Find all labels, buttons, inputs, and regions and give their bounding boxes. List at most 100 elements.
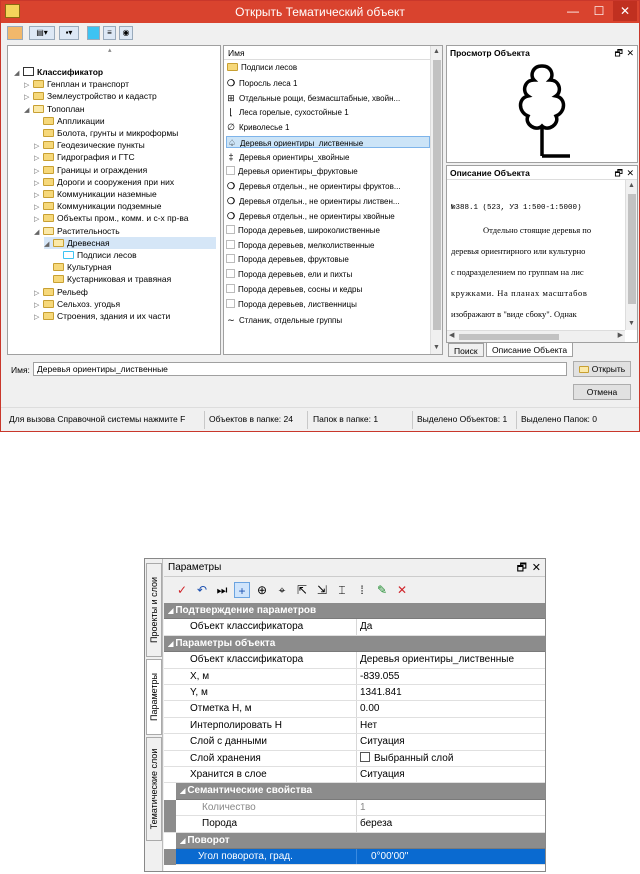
- crosshair-icon[interactable]: +: [234, 582, 250, 598]
- pin-icon[interactable]: 🗗: [517, 559, 527, 577]
- list-item[interactable]: ❍ Поросль леса 1: [226, 77, 430, 89]
- expanded-arrow-icon[interactable]: ◢: [24, 105, 33, 117]
- list-item[interactable]: Порода деревьев, широколиственные: [226, 224, 430, 237]
- property-value[interactable]: Да: [356, 619, 545, 635]
- property-value[interactable]: 0.00: [356, 701, 545, 717]
- property-row[interactable]: Отметка Н, м 0.00: [164, 701, 545, 718]
- tree-item[interactable]: ▷ Геодезические пункты: [34, 139, 145, 151]
- pointer-select-icon[interactable]: ⇱: [294, 582, 310, 598]
- list-scrollbar[interactable]: ▲ ▼: [430, 46, 442, 354]
- eyedropper-icon[interactable]: ✎: [374, 582, 390, 598]
- close-button[interactable]: ✕: [613, 1, 637, 21]
- close-icon[interactable]: ✕: [532, 559, 541, 577]
- property-row[interactable]: Слой с данными Ситуация: [164, 734, 545, 751]
- sort-icon[interactable]: ▪▾: [59, 26, 79, 40]
- name-input[interactable]: Деревья ориентиры_лиственные: [33, 362, 567, 376]
- tree-item[interactable]: ◢ Растительность: [34, 225, 120, 237]
- cancel-button[interactable]: Отмена: [573, 384, 631, 400]
- property-value[interactable]: 1: [356, 799, 545, 816]
- list-header-name[interactable]: Имя: [224, 46, 430, 60]
- property-value[interactable]: Ситуация: [356, 734, 545, 750]
- tree-item[interactable]: Подписи лесов: [54, 249, 137, 261]
- node-icon[interactable]: ⁞: [354, 582, 370, 598]
- snap-point-icon[interactable]: ⊕: [254, 582, 270, 598]
- tree-item[interactable]: ▷ Гидрография и ГТС: [34, 151, 135, 163]
- open-button[interactable]: Открыть: [573, 361, 631, 377]
- property-value[interactable]: -839.055: [356, 668, 545, 684]
- tree-item[interactable]: Аппликации: [34, 115, 105, 127]
- list-item[interactable]: Порода деревьев, фруктовые: [226, 254, 430, 266]
- list-item[interactable]: Деревья ориентиры_фруктовые: [226, 165, 430, 178]
- tree-item[interactable]: Болота, грунты и микроформы: [34, 127, 178, 139]
- list-item[interactable]: ⌊ Леса горелые, сухостойные 1: [226, 106, 430, 118]
- tree-item[interactable]: ▷ Рельеф: [34, 286, 88, 298]
- list-item[interactable]: Порода деревьев, лиственницы: [226, 298, 430, 311]
- minimize-button[interactable]: —: [561, 1, 585, 21]
- property-row[interactable]: Объект классификатора Деревья ориентиры_л…: [164, 652, 545, 669]
- property-value[interactable]: 1341.841: [356, 685, 545, 701]
- description-scrollbar[interactable]: ▲ ▼: [625, 180, 637, 330]
- property-row[interactable]: Объект классификатора Да: [164, 619, 545, 636]
- list-item[interactable]: Порода деревьев, мелколиственные: [226, 239, 430, 252]
- tree-item[interactable]: ▷ Объекты пром., комм. и с-х пр-ва: [34, 212, 188, 224]
- scroll-up-icon[interactable]: ▴: [108, 46, 112, 54]
- step-forward-icon[interactable]: ⏭: [214, 582, 230, 598]
- list-item[interactable]: ⊞ Отдельные рощи, безмасштабные, хвойн...: [226, 92, 430, 104]
- tree-item[interactable]: ▷ Сельхоз. угодья: [34, 298, 120, 310]
- property-row[interactable]: Количество 1: [164, 799, 545, 817]
- property-category[interactable]: ◢ Поворот: [176, 832, 545, 849]
- tree-item[interactable]: ▷ Землеустройство и кадастр: [24, 90, 157, 102]
- tree-item[interactable]: Культурная: [44, 261, 112, 273]
- tab-search[interactable]: Поиск: [448, 343, 484, 357]
- property-value[interactable]: Выбранный слой: [356, 750, 545, 766]
- tree-item[interactable]: ▷ Дороги и сооружения при них: [34, 176, 174, 188]
- close-icon[interactable]: ✕: [626, 166, 634, 180]
- property-value[interactable]: Деревья ориентиры_лиственные: [356, 652, 545, 668]
- tree-item[interactable]: ◢ Топоплан: [24, 103, 85, 115]
- tree-item[interactable]: ▷ Коммуникации наземные: [34, 188, 157, 200]
- description-hscrollbar[interactable]: ◀ ▶: [447, 330, 625, 342]
- pointer-text-icon[interactable]: ⇲: [314, 582, 330, 598]
- list-view-icon[interactable]: ≡: [103, 26, 116, 40]
- expanded-arrow-icon[interactable]: ◢: [14, 68, 23, 80]
- property-category[interactable]: ◢ Параметры объекта: [164, 635, 545, 653]
- scroll-up-icon[interactable]: ▲: [431, 46, 442, 58]
- property-category[interactable]: ◢ Семантические свойства: [176, 783, 545, 800]
- list-item[interactable]: ❍ Деревья отдельн., не ориентиры хвойные: [226, 210, 430, 222]
- delete-icon[interactable]: ✕: [394, 582, 410, 598]
- tab-projects-layers[interactable]: Проекты и слои: [146, 563, 162, 657]
- tab-description[interactable]: Описание Объекта: [486, 343, 574, 357]
- property-row[interactable]: X, м -839.055: [164, 668, 545, 685]
- expanded-arrow-icon[interactable]: ◢: [34, 227, 43, 239]
- maximize-button[interactable]: ☐: [587, 1, 611, 21]
- property-value[interactable]: Ситуация: [356, 767, 545, 783]
- snap-center-icon[interactable]: ⌖: [274, 582, 290, 598]
- expanded-arrow-icon[interactable]: ◢: [44, 239, 53, 251]
- large-icons-icon[interactable]: [87, 26, 100, 40]
- measure-icon[interactable]: ⌶: [334, 582, 350, 598]
- property-row[interactable]: Угол поворота, град. 0°00'00": [164, 849, 545, 866]
- property-row[interactable]: Порода береза: [164, 816, 545, 833]
- list-item[interactable]: ‡ Деревья ориентиры_хвойные: [226, 151, 430, 163]
- undo-icon[interactable]: ↶: [194, 582, 210, 598]
- property-row[interactable]: Хранится в слое Ситуация: [164, 767, 545, 784]
- pin-icon[interactable]: 🗗: [615, 46, 623, 60]
- property-value[interactable]: Нет: [356, 717, 545, 734]
- collapsed-arrow-icon[interactable]: ▷: [34, 312, 43, 324]
- tree-item[interactable]: ▷ Коммуникации подземные: [34, 200, 162, 212]
- list-item[interactable]: ♤ Деревья ориентиры_лиственные: [226, 136, 430, 148]
- checkbox[interactable]: [360, 751, 370, 762]
- tab-parameters[interactable]: Параметры: [146, 659, 162, 735]
- property-category[interactable]: ◢ Подтверждение параметров: [164, 603, 545, 620]
- tab-thematic-layers[interactable]: Тематические слои: [146, 737, 162, 841]
- tree-item[interactable]: ▷ Генплан и транспорт: [24, 78, 129, 90]
- property-value[interactable]: 0°00'00": [356, 849, 545, 865]
- list-item[interactable]: ∼ Стланик, отдельные группы: [226, 314, 430, 326]
- tree-item[interactable]: ◢ Классификатор: [14, 66, 103, 78]
- property-row[interactable]: Интерполировать Н Нет: [164, 717, 545, 735]
- list-item[interactable]: Порода деревьев, ели и пихты: [226, 269, 430, 281]
- tree-item[interactable]: ▷ Строения, здания и их части: [34, 310, 170, 322]
- pin-icon[interactable]: 🗗: [615, 166, 623, 180]
- list-item[interactable]: ❍ Деревья отдельн., не ориентиры листвен.…: [226, 195, 430, 207]
- property-row[interactable]: Слой хранения Выбранный слой: [164, 750, 545, 767]
